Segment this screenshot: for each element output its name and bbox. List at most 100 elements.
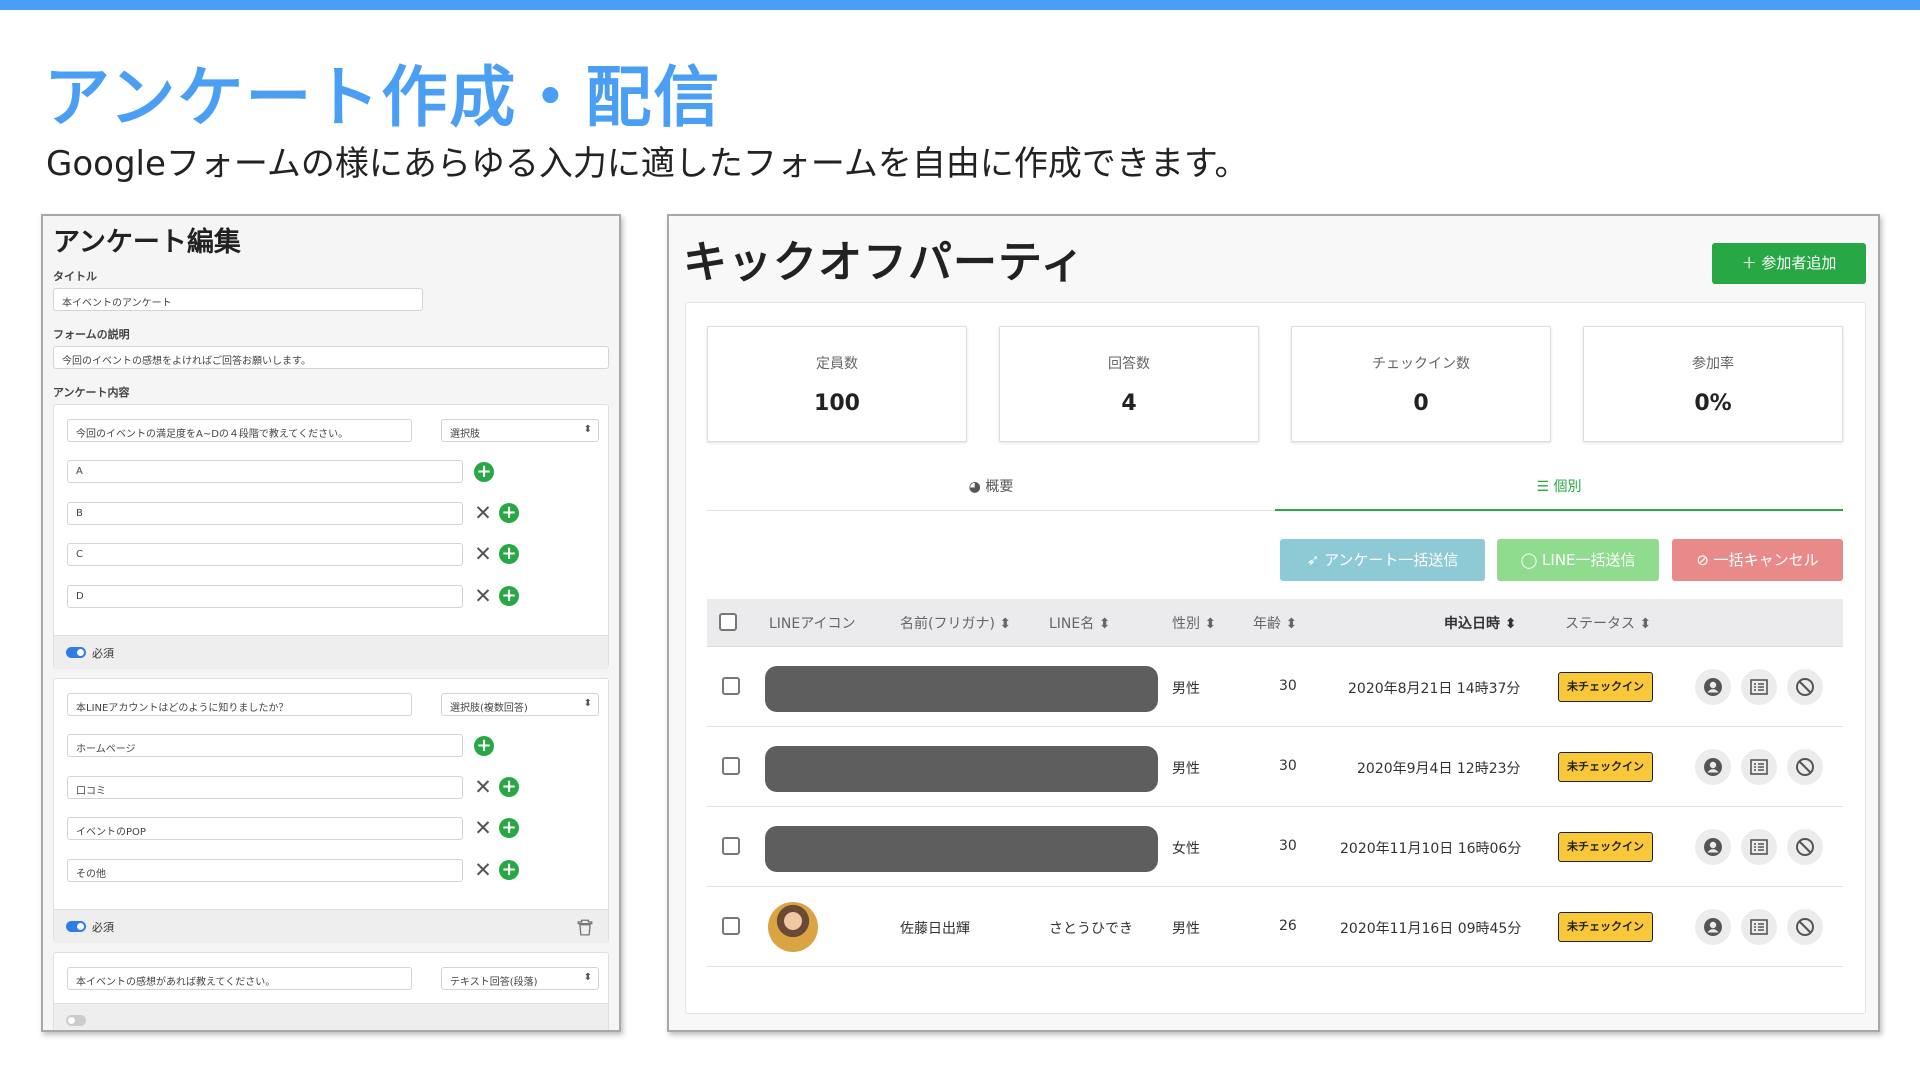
question-text-input[interactable]: 本LINEアカウントはどのように知りましたか？ [67, 693, 412, 716]
tab-overview[interactable]: ◕ 概要 [707, 471, 1275, 511]
column-line-name[interactable]: LINE名 ⬍ [1049, 613, 1110, 633]
required-label: 必須 [92, 921, 114, 934]
cancel-participant-button[interactable] [1787, 749, 1823, 785]
column-name[interactable]: 名前(フリガナ) ⬍ [900, 613, 1011, 633]
cell-applied: 2020年8月21日 14時37分 [1348, 681, 1521, 697]
required-toggle[interactable] [66, 921, 86, 932]
tab-individual-label: 個別 [1553, 479, 1582, 495]
slide-title: アンケート作成・配信 [44, 59, 722, 136]
add-option-icon[interactable]: + [499, 544, 519, 564]
title-input[interactable]: 本イベントのアンケート [53, 288, 423, 311]
cell-age: 30 [1279, 838, 1297, 854]
row-checkbox[interactable] [722, 677, 740, 695]
user-circle-icon [1704, 678, 1722, 696]
bulk-send-survey-label: アンケート一括送信 [1323, 551, 1459, 569]
select-all-checkbox[interactable] [719, 613, 737, 631]
add-option-icon[interactable]: + [474, 462, 494, 482]
description-label: フォームの説明 [53, 328, 130, 341]
required-toggle[interactable] [66, 647, 86, 658]
option-input[interactable]: C [67, 543, 463, 566]
answers-button[interactable] [1741, 909, 1777, 945]
remove-option-icon[interactable]: ✕ [474, 777, 492, 798]
avatar [768, 902, 818, 952]
remove-option-icon[interactable]: ✕ [474, 860, 492, 881]
row-checkbox[interactable] [722, 837, 740, 855]
profile-button[interactable] [1695, 669, 1731, 705]
tab-individual[interactable]: ☰ 個別 [1275, 471, 1843, 511]
cancel-participant-button[interactable] [1787, 669, 1823, 705]
participants-table: LINEアイコン 名前(フリガナ) ⬍ LINE名 ⬍ 性別 ⬍ 年齢 ⬍ 申込… [707, 599, 1843, 967]
row-checkbox[interactable] [722, 917, 740, 935]
table-row: 佐藤日出輝 さとうひでき 男性 26 2020年11月16日 09時45分 未チ… [707, 887, 1843, 967]
trash-icon[interactable] [576, 918, 594, 936]
add-option-icon[interactable]: + [474, 736, 494, 756]
description-input[interactable]: 今回のイベントの感想をよければご回答お願いします。 [53, 346, 609, 369]
answers-button[interactable] [1741, 829, 1777, 865]
bulk-cancel-button[interactable]: ⊘ 一括キャンセル [1672, 539, 1843, 581]
cancel-participant-button[interactable] [1787, 829, 1823, 865]
question-footer: 必須 [54, 635, 608, 669]
column-status[interactable]: ステータス ⬍ [1565, 613, 1651, 633]
question-type-select[interactable]: 選択肢 [441, 419, 599, 442]
bulk-send-survey-button[interactable]: ➶ アンケート一括送信 [1280, 539, 1485, 581]
stat-label: 参加率 [1692, 356, 1734, 372]
table-header: LINEアイコン 名前(フリガナ) ⬍ LINE名 ⬍ 性別 ⬍ 年齢 ⬍ 申込… [707, 599, 1843, 647]
remove-option-icon[interactable]: ✕ [474, 544, 492, 565]
table-row: 女性 30 2020年11月10日 16時06分 未チェックイン [707, 807, 1843, 887]
paper-plane-icon: ➶ [1306, 551, 1320, 569]
title-label: タイトル [53, 270, 97, 283]
option-input[interactable]: イベントのPOP [67, 817, 463, 840]
speech-bubble-icon: ◯ [1520, 551, 1538, 569]
option-input[interactable]: 口コミ [67, 776, 463, 799]
stat-card-checkins: チェックイン数 0 [1291, 326, 1551, 442]
cell-gender: 男性 [1172, 921, 1200, 937]
column-line-name-label: LINE名 [1049, 616, 1095, 632]
row-checkbox[interactable] [722, 757, 740, 775]
question-text-input[interactable]: 今回のイベントの満足度をA~Dの４段階で教えてください。 [67, 419, 412, 442]
question-type-select[interactable]: テキスト回答(段落) [441, 967, 599, 990]
remove-option-icon[interactable]: ✕ [474, 818, 492, 839]
stat-value: 4 [1121, 391, 1137, 416]
column-age-label: 年齢 [1253, 616, 1281, 632]
add-participant-button[interactable]: ＋ 参加者追加 [1712, 243, 1866, 284]
tab-overview-label: 概要 [985, 479, 1014, 495]
list-icon: ☰ [1536, 479, 1550, 495]
profile-button[interactable] [1695, 749, 1731, 785]
option-input[interactable]: ホームページ [67, 734, 463, 757]
cell-age: 30 [1279, 758, 1297, 774]
question-text-input[interactable]: 本イベントの感想があれば教えてください。 [67, 967, 412, 990]
add-option-icon[interactable]: + [499, 818, 519, 838]
option-input[interactable]: B [67, 502, 463, 525]
option-input[interactable]: A [67, 460, 463, 483]
profile-button[interactable] [1695, 829, 1731, 865]
add-participant-label: 参加者追加 [1761, 254, 1837, 272]
ban-icon: ⊘ [1696, 551, 1709, 569]
status-badge: 未チェックイン [1558, 832, 1653, 862]
column-applied[interactable]: 申込日時 ⬍ [1444, 613, 1517, 633]
question-card: 今回のイベントの満足度をA~Dの４段階で教えてください。 選択肢 A + B ✕… [53, 404, 609, 669]
add-option-icon[interactable]: + [499, 586, 519, 606]
column-gender[interactable]: 性別 ⬍ [1172, 613, 1216, 633]
answers-button[interactable] [1741, 669, 1777, 705]
add-option-icon[interactable]: + [499, 503, 519, 523]
ban-icon [1796, 678, 1814, 696]
option-input[interactable]: D [67, 585, 463, 608]
cell-applied: 2020年11月16日 09時45分 [1340, 921, 1522, 937]
required-toggle[interactable] [66, 1015, 86, 1026]
add-option-icon[interactable]: + [499, 860, 519, 880]
profile-button[interactable] [1695, 909, 1731, 945]
bulk-send-line-button[interactable]: ◯ LINE一括送信 [1497, 539, 1659, 581]
option-input[interactable]: その他 [67, 859, 463, 882]
cancel-participant-button[interactable] [1787, 909, 1823, 945]
ban-icon [1796, 758, 1814, 776]
status-badge: 未チェックイン [1558, 672, 1653, 702]
column-age[interactable]: 年齢 ⬍ [1253, 613, 1297, 633]
answers-button[interactable] [1741, 749, 1777, 785]
question-type-select[interactable]: 選択肢(複数回答) [441, 693, 599, 716]
list-icon [1750, 839, 1768, 855]
add-option-icon[interactable]: + [499, 777, 519, 797]
stat-value: 100 [814, 391, 860, 416]
remove-option-icon[interactable]: ✕ [474, 503, 492, 524]
question-card: 本イベントの感想があれば教えてください。 テキスト回答(段落) [53, 952, 609, 1030]
remove-option-icon[interactable]: ✕ [474, 586, 492, 607]
